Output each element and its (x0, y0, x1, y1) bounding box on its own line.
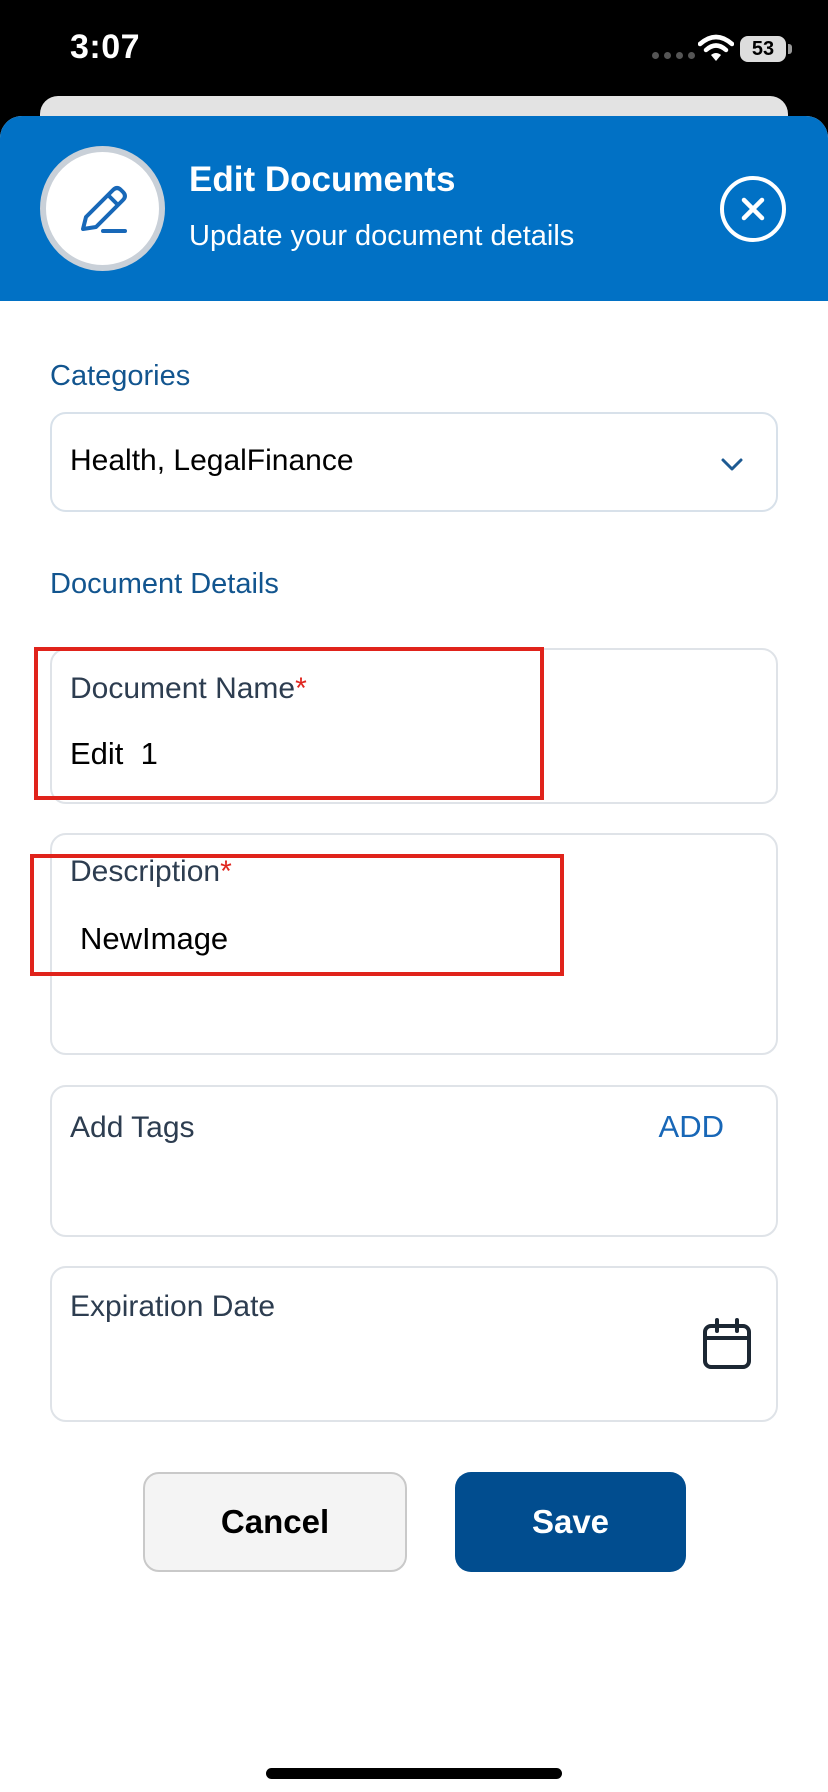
wifi-icon (698, 34, 734, 61)
pencil-icon (80, 185, 127, 233)
cancel-button[interactable]: Cancel (143, 1472, 407, 1572)
calendar-icon[interactable] (702, 1318, 752, 1370)
annotation-highlight-description (30, 854, 564, 976)
battery-cap (788, 44, 792, 54)
save-button[interactable]: Save (455, 1472, 686, 1572)
header-avatar (40, 146, 165, 271)
cellular-signal-icon (652, 52, 695, 59)
close-button[interactable] (720, 176, 786, 242)
status-time: 3:07 (70, 28, 141, 66)
categories-select[interactable]: Health, LegalFinance (50, 412, 778, 512)
annotation-highlight-document-name (34, 647, 544, 800)
document-details-label: Document Details (50, 568, 279, 600)
battery-icon: 53 (740, 36, 786, 62)
edit-documents-modal: Edit Documents Update your document deta… (0, 116, 828, 1792)
modal-header: Edit Documents Update your document deta… (0, 116, 828, 301)
expiration-date-label: Expiration Date (70, 1290, 276, 1323)
home-indicator (266, 1768, 562, 1779)
categories-label: Categories (50, 360, 191, 392)
categories-value: Health, LegalFinance (70, 444, 354, 477)
add-tags-label: Add Tags (70, 1111, 195, 1144)
expiration-date-field[interactable]: Expiration Date (50, 1266, 778, 1422)
status-bar: 3:07 53 (0, 0, 828, 100)
modal-title: Edit Documents (189, 160, 456, 199)
modal-subtitle: Update your document details (189, 220, 575, 252)
close-icon (741, 197, 765, 221)
add-tags-field[interactable]: Add Tags ADD (50, 1085, 778, 1237)
add-tag-button[interactable]: ADD (659, 1109, 724, 1145)
chevron-down-icon (721, 458, 743, 471)
